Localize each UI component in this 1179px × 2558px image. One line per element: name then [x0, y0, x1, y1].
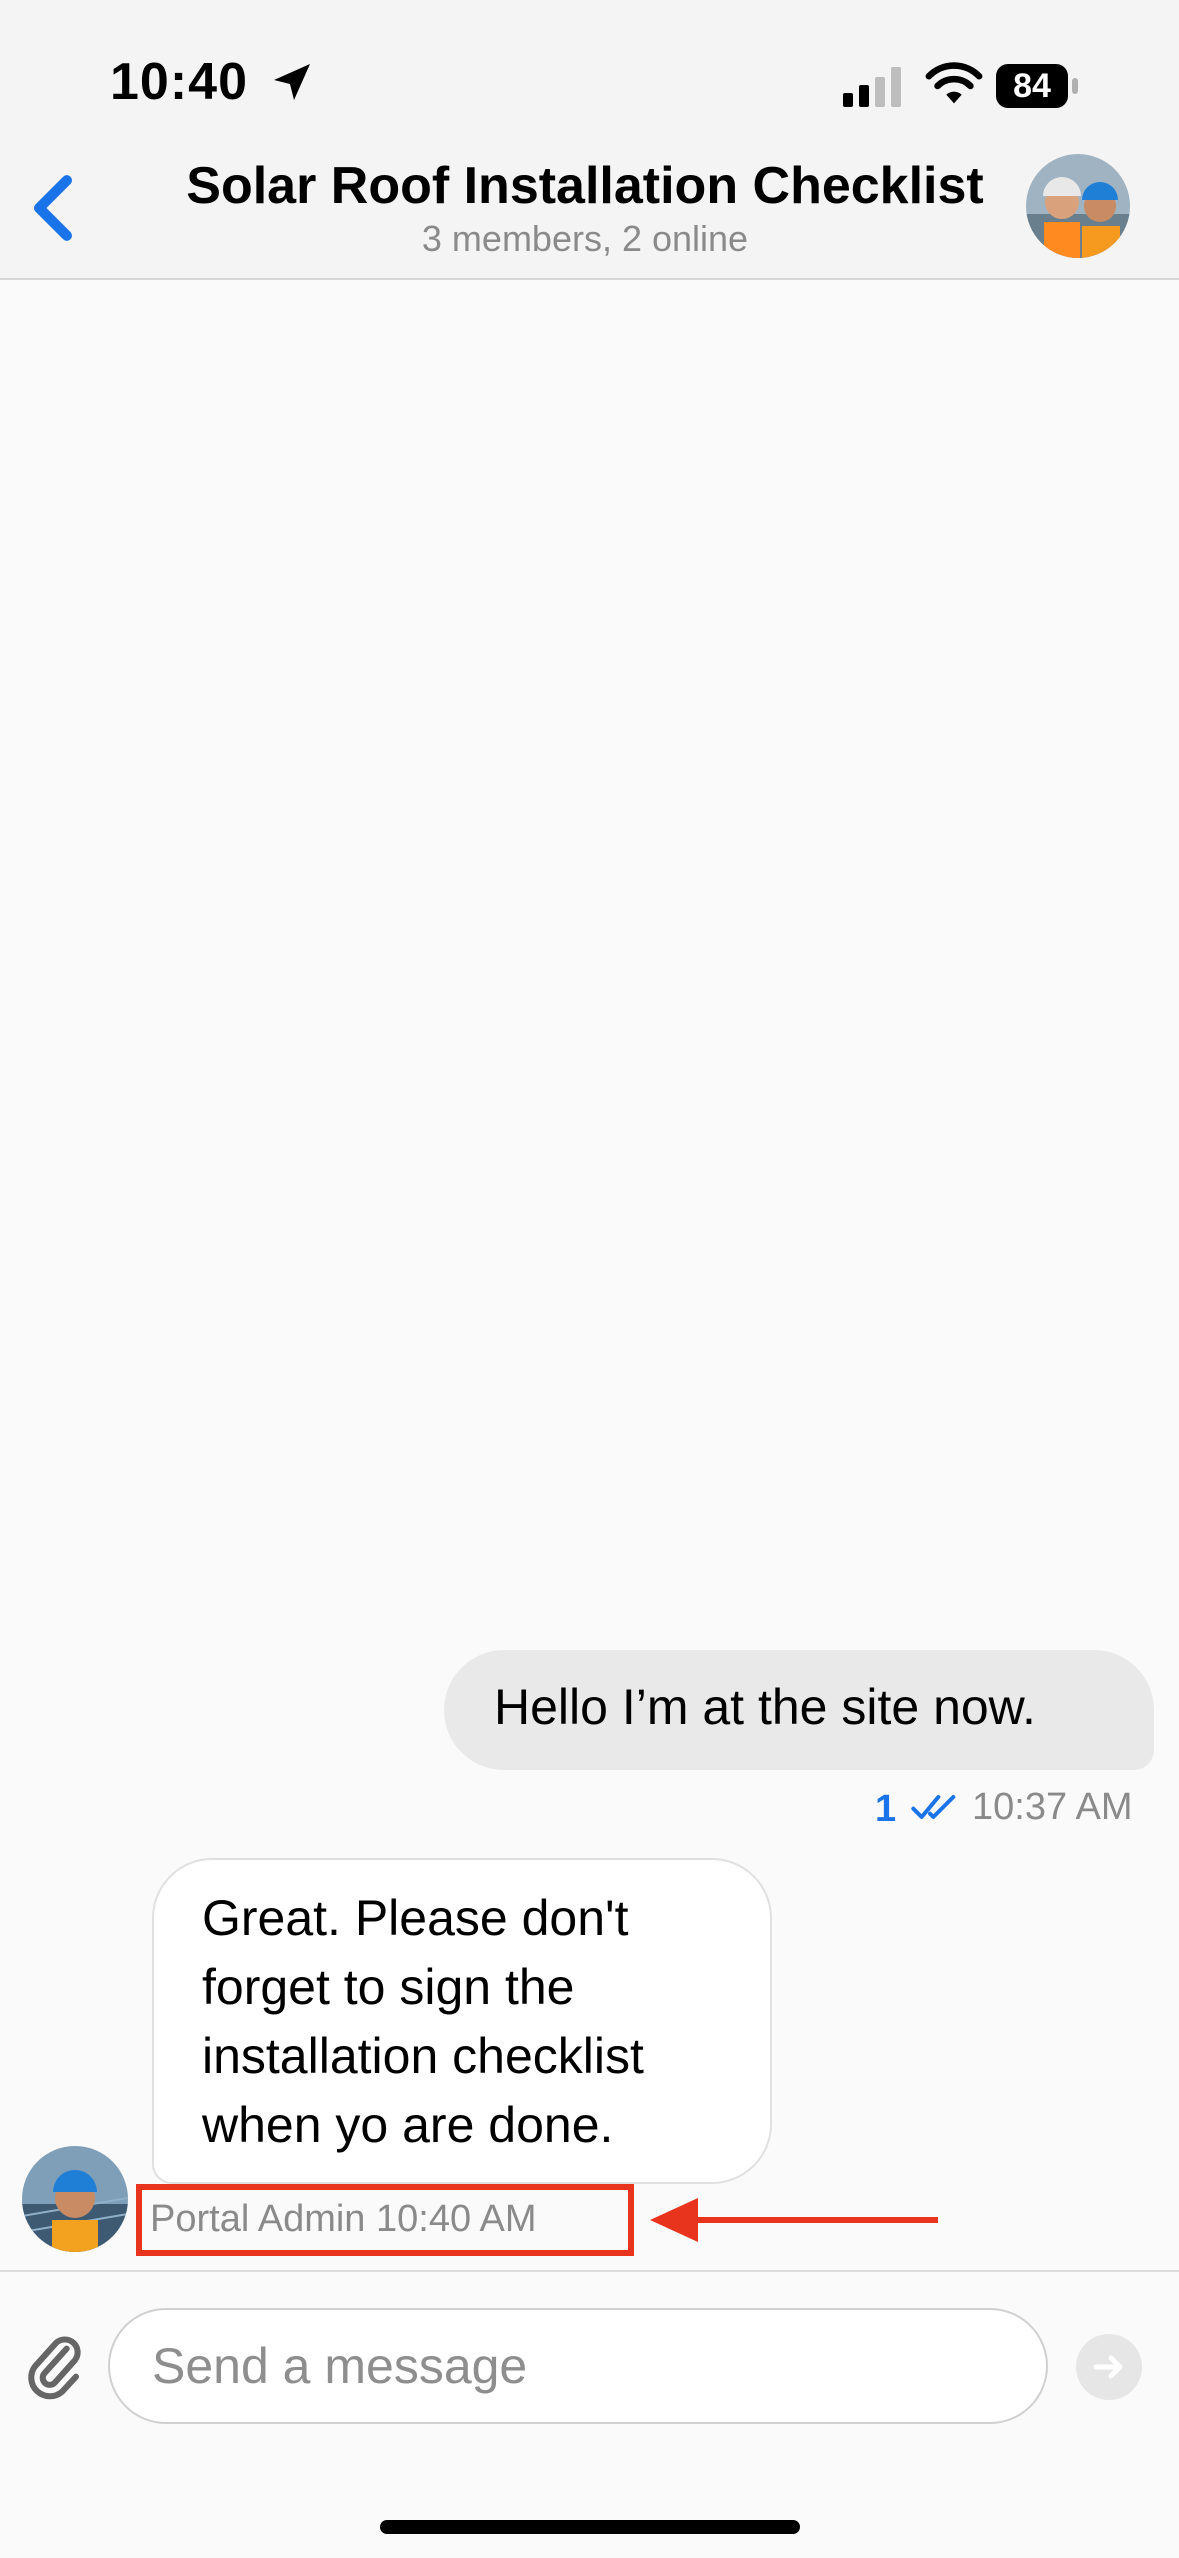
message-input[interactable] — [108, 2308, 1048, 2424]
message-time: 10:37 AM — [972, 1786, 1133, 1828]
location-arrow-icon — [274, 64, 310, 100]
sender-avatar[interactable] — [22, 2146, 128, 2252]
group-avatar[interactable] — [1026, 154, 1130, 258]
arrow-right-icon — [1093, 2355, 1123, 2379]
paperclip-icon[interactable] — [26, 2330, 84, 2400]
composer-bar — [0, 2270, 1179, 2558]
cellular-signal-icon — [843, 67, 901, 107]
sender-label: Portal Admin 10:40 AM — [150, 2198, 537, 2240]
status-bar: 10:40 84 — [0, 0, 1179, 150]
status-time: 10:40 — [110, 53, 248, 111]
battery-level: 84 — [1013, 67, 1051, 105]
red-arrow-icon — [650, 2198, 938, 2242]
double-check-icon — [911, 1795, 956, 1819]
chat-subtitle: 3 members, 2 online — [421, 218, 749, 259]
home-indicator — [380, 2520, 800, 2534]
incoming-message-bubble[interactable]: Great. Please don't forget to sign the i… — [152, 1858, 772, 2184]
send-button[interactable] — [1076, 2334, 1142, 2400]
message-text: Hello I’m at the site now. — [494, 1679, 1036, 1735]
wifi-icon — [925, 62, 983, 104]
outgoing-message-bubble[interactable]: Hello I’m at the site now. — [444, 1650, 1154, 1770]
chat-title: Solar Roof Installation Checklist — [186, 157, 984, 215]
read-count: 1 — [875, 1788, 897, 1830]
chat-header: Solar Roof Installation Checklist 3 memb… — [0, 150, 1179, 280]
chevron-left-icon[interactable] — [18, 170, 88, 246]
message-text: Great. Please don't forget to sign the i… — [202, 1890, 644, 2153]
